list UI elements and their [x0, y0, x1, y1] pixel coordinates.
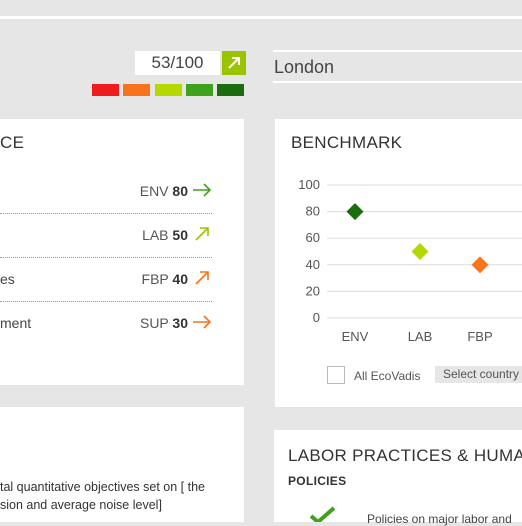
- theme-label: es: [0, 271, 15, 287]
- theme-score: LAB 50: [142, 227, 188, 243]
- policy-item-text: Policies on major labor and: [367, 512, 512, 526]
- score-scale-swatch-green: [186, 84, 213, 96]
- score-trend-button[interactable]: [222, 51, 246, 75]
- score-scale-swatch-red: [92, 84, 119, 96]
- theme-row-fbp[interactable]: es FBP 40: [0, 257, 212, 302]
- arrow-right-icon: [193, 183, 212, 197]
- score-scale-swatch-orange: [123, 84, 150, 96]
- objectives-line-2: sion and average noise level]: [0, 498, 162, 512]
- labor-practices-title: LABOR PRACTICES & HUMAN: [288, 446, 522, 465]
- top-divider: [0, 16, 522, 19]
- theme-row-lab[interactable]: LAB 50: [0, 213, 212, 258]
- objectives-line-1: tal quantitative objectives set on [ the: [0, 480, 205, 494]
- arrow-up-right-icon: [195, 227, 209, 241]
- x-tick-label: ENV: [342, 329, 369, 344]
- data-point-env[interactable]: [346, 203, 364, 221]
- theme-label: ment: [0, 315, 32, 331]
- overall-score: 53/100: [135, 51, 220, 75]
- all-ecovadis-label: All EcoVadis: [354, 369, 421, 383]
- benchmark-title: BENCHMARK: [291, 133, 403, 152]
- theme-score: SUP 30: [139, 315, 188, 331]
- all-ecovadis-checkbox[interactable]: [327, 366, 345, 384]
- y-tick-label: 0: [313, 310, 320, 325]
- benchmark-chart: 100 80 60 40 20 0 ENV LAB FBP: [298, 177, 522, 344]
- objectives-text: tal quantitative objectives set on [ the…: [0, 478, 205, 514]
- x-tick-label: FBP: [467, 329, 492, 344]
- y-tick-label: 80: [306, 204, 320, 219]
- policies-heading: POLICIES: [288, 474, 347, 488]
- y-tick-label: 20: [306, 283, 320, 298]
- arrow-right-icon: [193, 315, 212, 329]
- data-point-fbp[interactable]: [471, 256, 489, 274]
- location-divider-top: [273, 50, 522, 52]
- arrow-up-right-icon: [195, 271, 209, 285]
- score-scale-swatch-dark-green: [217, 84, 244, 96]
- score-scale-swatch-lime: [155, 84, 182, 96]
- theme-score: FBP 40: [141, 271, 188, 287]
- arrow-up-right-icon: [228, 57, 240, 69]
- theme-row-env[interactable]: ENV 80: [0, 169, 212, 214]
- y-tick-label: 40: [306, 257, 320, 272]
- theme-row-sup[interactable]: ment SUP 30: [0, 301, 212, 345]
- location-divider-bottom: [273, 81, 522, 83]
- y-tick-label: 60: [306, 230, 320, 245]
- x-tick-label: LAB: [408, 329, 433, 344]
- select-country-dropdown[interactable]: Select country: [435, 366, 522, 383]
- performance-title: CE: [0, 133, 25, 152]
- location-label: London: [274, 57, 335, 77]
- data-point-lab[interactable]: [411, 243, 429, 260]
- y-tick-label: 100: [298, 177, 320, 192]
- theme-score: ENV 80: [139, 183, 188, 199]
- checkmark-icon: [309, 506, 336, 522]
